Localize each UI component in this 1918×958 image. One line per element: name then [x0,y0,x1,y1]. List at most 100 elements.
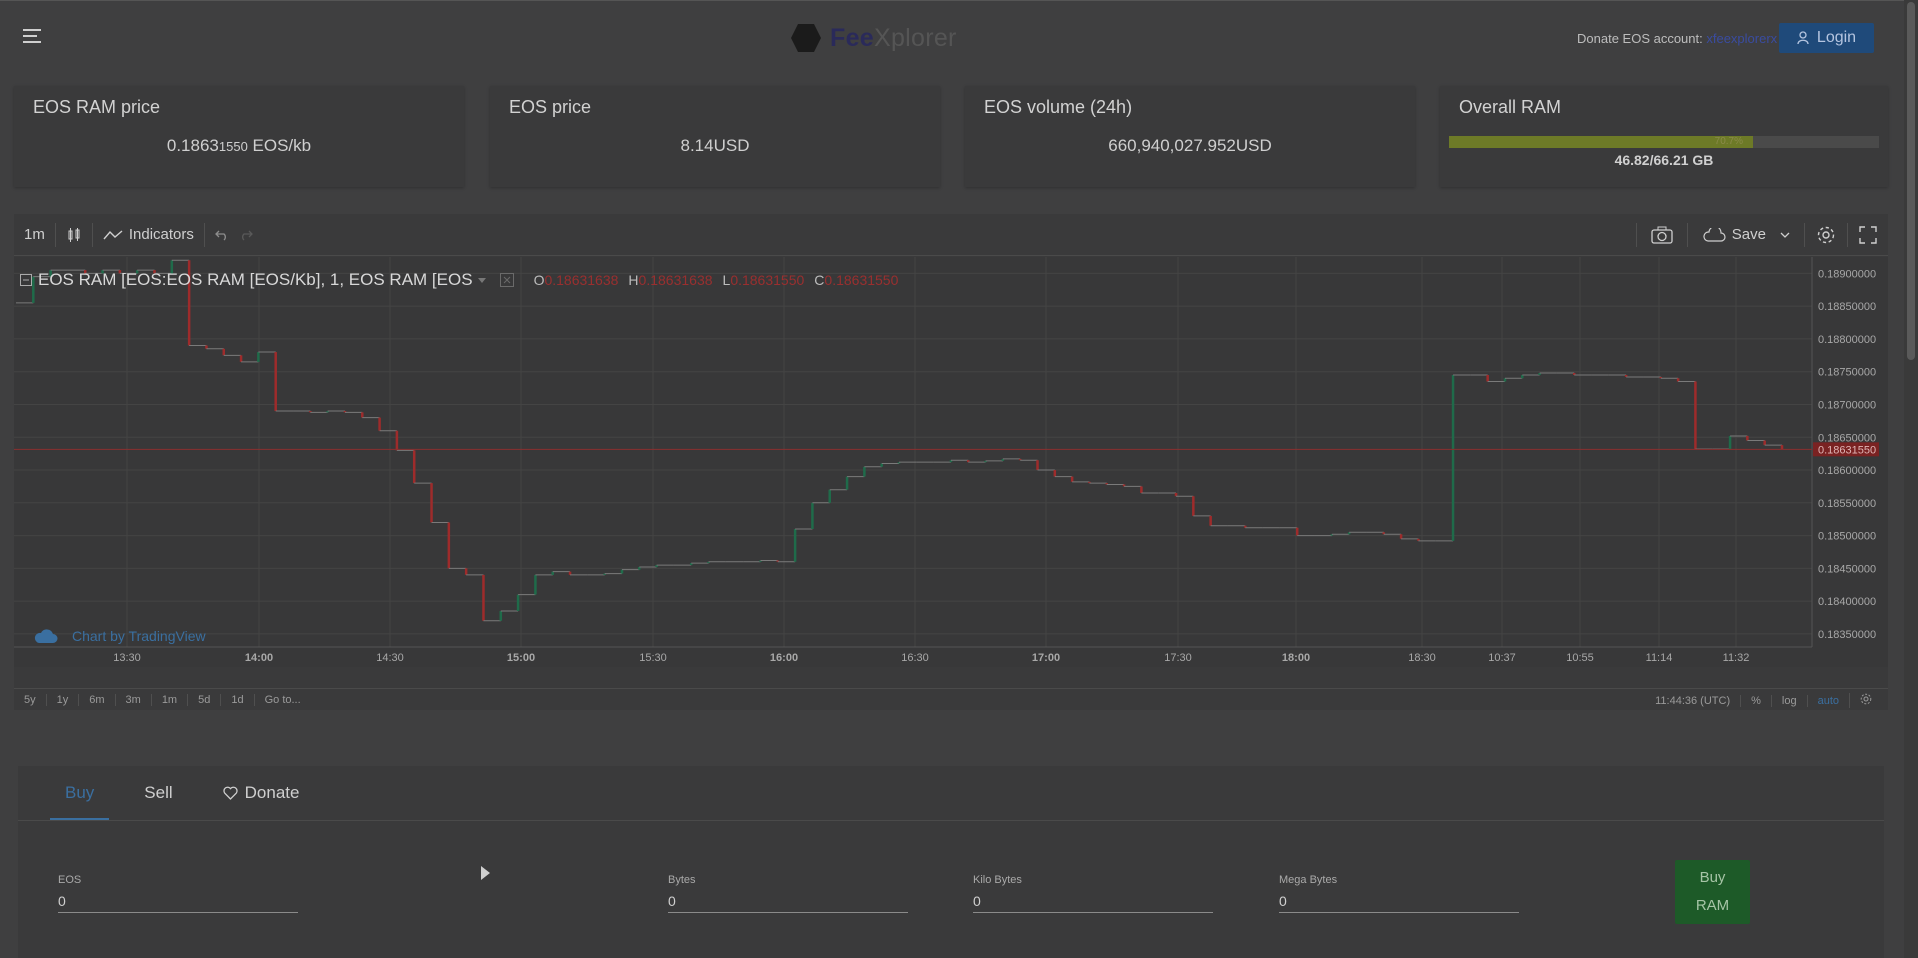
donate-account-link[interactable]: xfeexplorerx [1706,31,1777,46]
y-tick-label: 0.18400000 [1818,596,1876,608]
card-title: Overall RAM [1459,97,1562,117]
trade-tabs: Buy Sell Donate [50,766,334,820]
chevron-down-icon[interactable] [477,277,486,283]
kilobytes-input[interactable]: 0 [973,893,1213,913]
ram-progress-fill: 70.7% [1449,136,1753,148]
y-tick-label: 0.18900000 [1818,268,1876,280]
page-scrollbar[interactable] [1904,0,1918,958]
megabytes-field[interactable]: Mega Bytes 0 [1279,874,1519,913]
megabytes-field-label: Mega Bytes [1279,874,1338,886]
fullscreen-icon [1859,225,1877,244]
app-header: FeeXplorer Donate EOS account: xfeexplor… [0,0,1904,74]
x-tick-label: 11:14 [1646,652,1673,664]
save-button[interactable]: Save [1688,214,1804,255]
range-settings-button[interactable] [1849,693,1882,708]
x-tick-label: 14:30 [376,652,404,664]
divider [18,820,1884,821]
log-toggle[interactable]: log [1770,694,1807,707]
tradingview-credit-label: Chart by TradingView [72,628,206,644]
x-tick-label: 10:55 [1566,652,1594,664]
play-icon[interactable] [481,866,490,880]
settings-box-icon[interactable] [499,273,514,287]
tab-donate-label: Donate [244,783,300,802]
logo[interactable]: FeeXplorer [790,23,957,53]
x-tick-label: 17:00 [1032,652,1060,664]
card-overall-ram: Overall RAM 70.7% 46.82/66.21 GB [1440,86,1888,187]
tradingview-credit[interactable]: Chart by TradingView [34,628,206,644]
eos-input[interactable]: 0 [58,893,298,913]
x-tick-label: 15:30 [639,652,667,664]
ram-price-value: 0.18631550 EOS/kb [166,136,312,155]
x-tick-label: 13:30 [113,652,141,664]
gear-icon [1817,226,1835,243]
camera-icon [1651,226,1673,244]
bytes-input[interactable]: 0 [668,893,908,913]
interval-button[interactable]: 1m [14,214,55,255]
tab-sell[interactable]: Sell [129,766,187,820]
y-tick-label: 0.18600000 [1818,465,1876,477]
range-4[interactable]: 1m [152,693,189,706]
chart-symbol[interactable]: EOS RAM [EOS:EOS RAM [EOS/Kb], 1, EOS RA… [38,270,473,290]
chart-type-button[interactable] [56,214,92,255]
save-label: Save [1731,226,1766,243]
percent-toggle[interactable]: % [1740,694,1771,707]
fullscreen-button[interactable] [1848,214,1888,255]
x-tick-label: 16:00 [770,652,798,664]
eos-volume-value: 660,940,027.952USD [1108,136,1272,155]
bytes-field[interactable]: Bytes 0 [668,874,908,913]
ram-progress-bar: 70.7% [1449,136,1879,148]
collapse-icon[interactable] [20,274,32,286]
chart-toolbar: 1m Indicators Save [14,214,1888,256]
tradingview-cloud-icon [34,629,58,643]
range-1[interactable]: 1y [47,693,80,706]
chart-settings-button[interactable] [1805,214,1847,255]
chart-canvas[interactable]: 0.18900000 0.18850000 0.18800000 0.18750000… [14,257,1888,667]
redo-button[interactable] [239,214,263,255]
range-2[interactable]: 6m [79,693,116,706]
redo-icon [241,230,253,240]
ram-percent-label: 70.7% [1714,136,1743,147]
chart-legend: EOS RAM [EOS:EOS RAM [EOS/Kb], 1, EOS RA… [20,270,898,290]
price-chart[interactable]: 1m Indicators Save 0.18900000 0.18850000… [14,214,1888,710]
scrollbar-thumb[interactable] [1907,2,1915,360]
range-0[interactable]: 5y [14,693,47,706]
x-tick-label: 14:00 [245,652,273,664]
range-bar-right: 11:44:36 (UTC) % log auto [1645,693,1882,708]
x-tick-label: 18:00 [1282,652,1310,664]
indicators-button[interactable]: Indicators [93,214,204,255]
range-5[interactable]: 5d [188,693,222,706]
login-button[interactable]: Login [1779,23,1874,53]
buy-ram-button[interactable]: Buy RAM [1675,860,1750,924]
tab-buy[interactable]: Buy [50,766,110,820]
logo-text: FeeXplorer [830,23,957,52]
buy-ram-label-line2: RAM [1695,897,1730,914]
eos-price-value: 8.14USD [680,136,750,155]
tab-donate[interactable]: Donate [208,766,315,820]
x-tick-label: 18:30 [1408,652,1436,664]
buy-ram-label-line1: Buy [1699,869,1726,886]
x-tick-label: 10:37 [1488,652,1516,664]
undo-button[interactable] [205,214,239,255]
y-tick-label: 0.18350000 [1818,629,1876,641]
donate-label: Donate EOS account: [1577,31,1707,46]
range-6[interactable]: 1d [221,693,255,706]
kilobytes-field[interactable]: Kilo Bytes 0 [973,874,1213,913]
utc-time: 11:44:36 (UTC) [1655,694,1731,707]
eos-field-label: EOS [58,874,82,886]
ohlc-close: C0.18631550 [814,272,899,288]
candles-icon [68,227,80,242]
range-7[interactable]: Go to... [255,694,311,706]
bytes-field-label: Bytes [668,874,696,886]
cloud-icon [1703,227,1726,242]
auto-toggle[interactable]: auto [1806,694,1849,707]
y-tick-label: 0.18450000 [1818,563,1876,575]
card-eos-volume: EOS volume (24h) 660,940,027.952USD [965,86,1415,187]
menu-icon[interactable] [23,29,41,43]
eos-field[interactable]: EOS 0 [58,874,298,913]
screenshot-button[interactable] [1637,214,1687,255]
megabytes-input[interactable]: 0 [1279,893,1519,913]
range-3[interactable]: 3m [116,693,152,706]
toolbar-right: Save [1635,214,1888,255]
indicators-label: Indicators [128,226,194,243]
user-icon [1797,31,1809,45]
